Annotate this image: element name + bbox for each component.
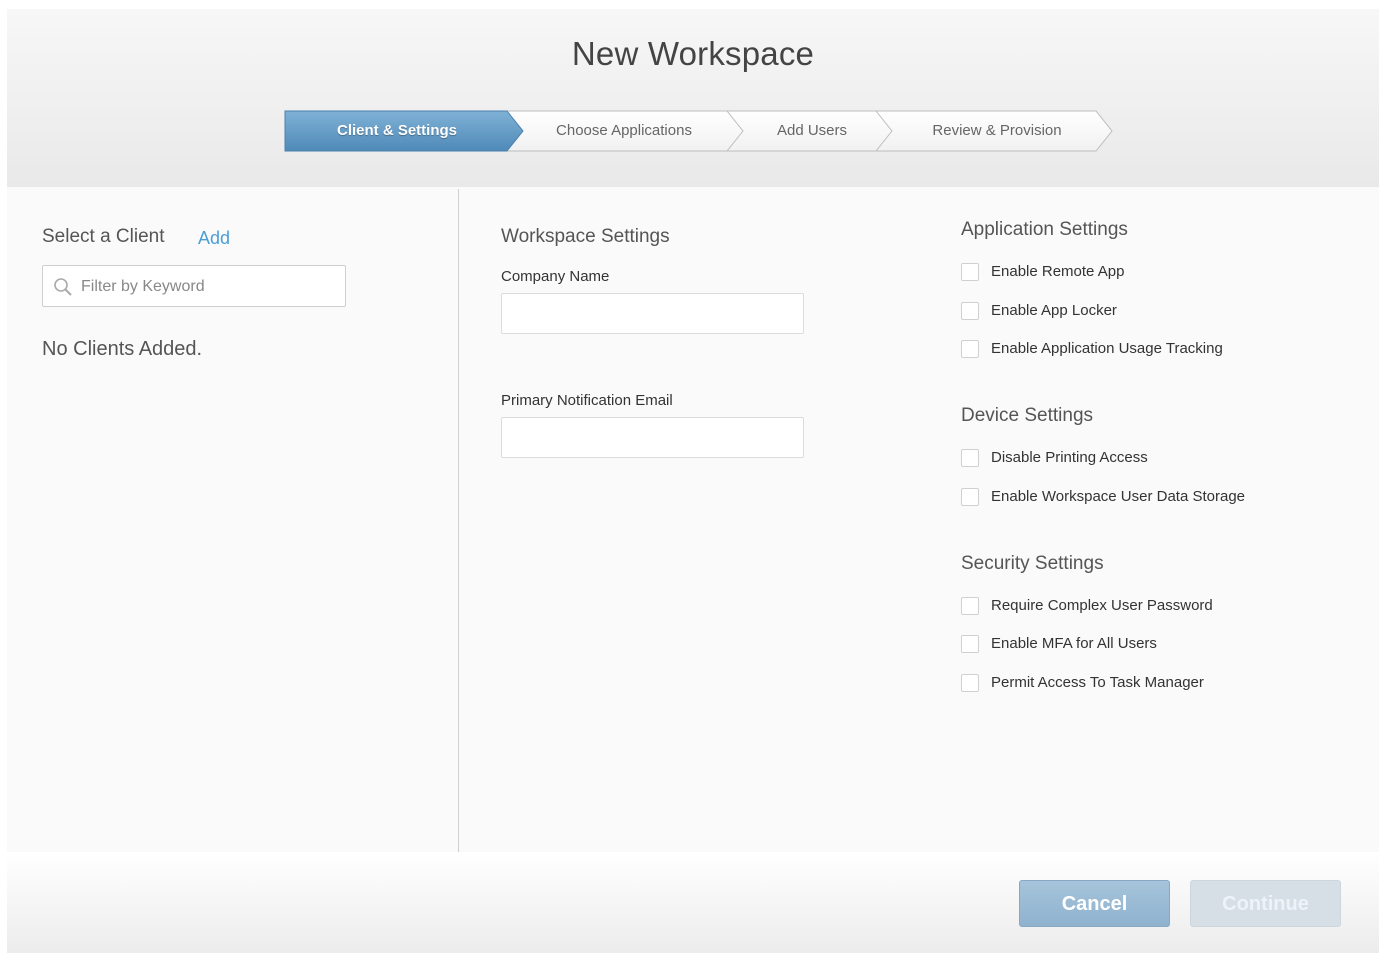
enable-usage-tracking-label: Enable Application Usage Tracking [991,340,1223,357]
device-settings-title: Device Settings [961,405,1094,426]
continue-button[interactable]: Continue [1190,880,1341,927]
company-name-label: Company Name [501,268,610,285]
search-icon [54,278,72,296]
disable-printing-checkbox[interactable] [961,449,979,467]
security-settings-title: Security Settings [961,553,1104,574]
user-data-storage-checkbox[interactable] [961,488,979,506]
dialog-footer [7,852,1379,953]
step-add-users[interactable]: Add Users [736,110,888,152]
user-data-storage-label: Enable Workspace User Data Storage [991,488,1246,505]
dialog-title: New Workspace [571,35,815,72]
complex-password-label: Require Complex User Password [991,597,1213,614]
select-client-title: Select a Client [42,226,165,247]
column-divider [458,189,459,866]
enable-mfa-label: Enable MFA for All Users [991,635,1157,652]
wizard-stepper: Client & Settings Choose Applications Ad… [284,110,1114,152]
client-filter-field[interactable] [42,265,346,308]
notification-email-input[interactable] [501,417,804,458]
add-client-link[interactable]: Add [198,228,230,249]
client-filter-input[interactable] [79,266,343,308]
step-review-provision[interactable]: Review & Provision [892,110,1102,152]
step-client-settings[interactable]: Client & Settings [284,110,510,152]
dialog-header: New Workspace Client & Settings Choose A… [7,9,1379,187]
enable-remote-app-checkbox[interactable] [961,263,979,281]
notification-email-label: Primary Notification Email [501,392,673,409]
complex-password-checkbox[interactable] [961,597,979,615]
new-workspace-dialog: New Workspace Client & Settings Choose A… [7,9,1379,953]
step-choose-applications[interactable]: Choose Applications [516,110,732,152]
company-name-input[interactable] [501,293,804,334]
cancel-button[interactable]: Cancel [1019,880,1170,927]
task-manager-checkbox[interactable] [961,674,979,692]
task-manager-label: Permit Access To Task Manager [991,674,1204,691]
enable-app-locker-label: Enable App Locker [991,302,1117,319]
enable-app-locker-checkbox[interactable] [961,302,979,320]
enable-mfa-checkbox[interactable] [961,635,979,653]
enable-remote-app-label: Enable Remote App [991,263,1125,280]
no-clients-message: No Clients Added. [42,338,203,360]
disable-printing-label: Disable Printing Access [991,449,1148,466]
enable-usage-tracking-checkbox[interactable] [961,340,979,358]
workspace-settings-title: Workspace Settings [501,226,670,247]
application-settings-title: Application Settings [961,219,1128,240]
